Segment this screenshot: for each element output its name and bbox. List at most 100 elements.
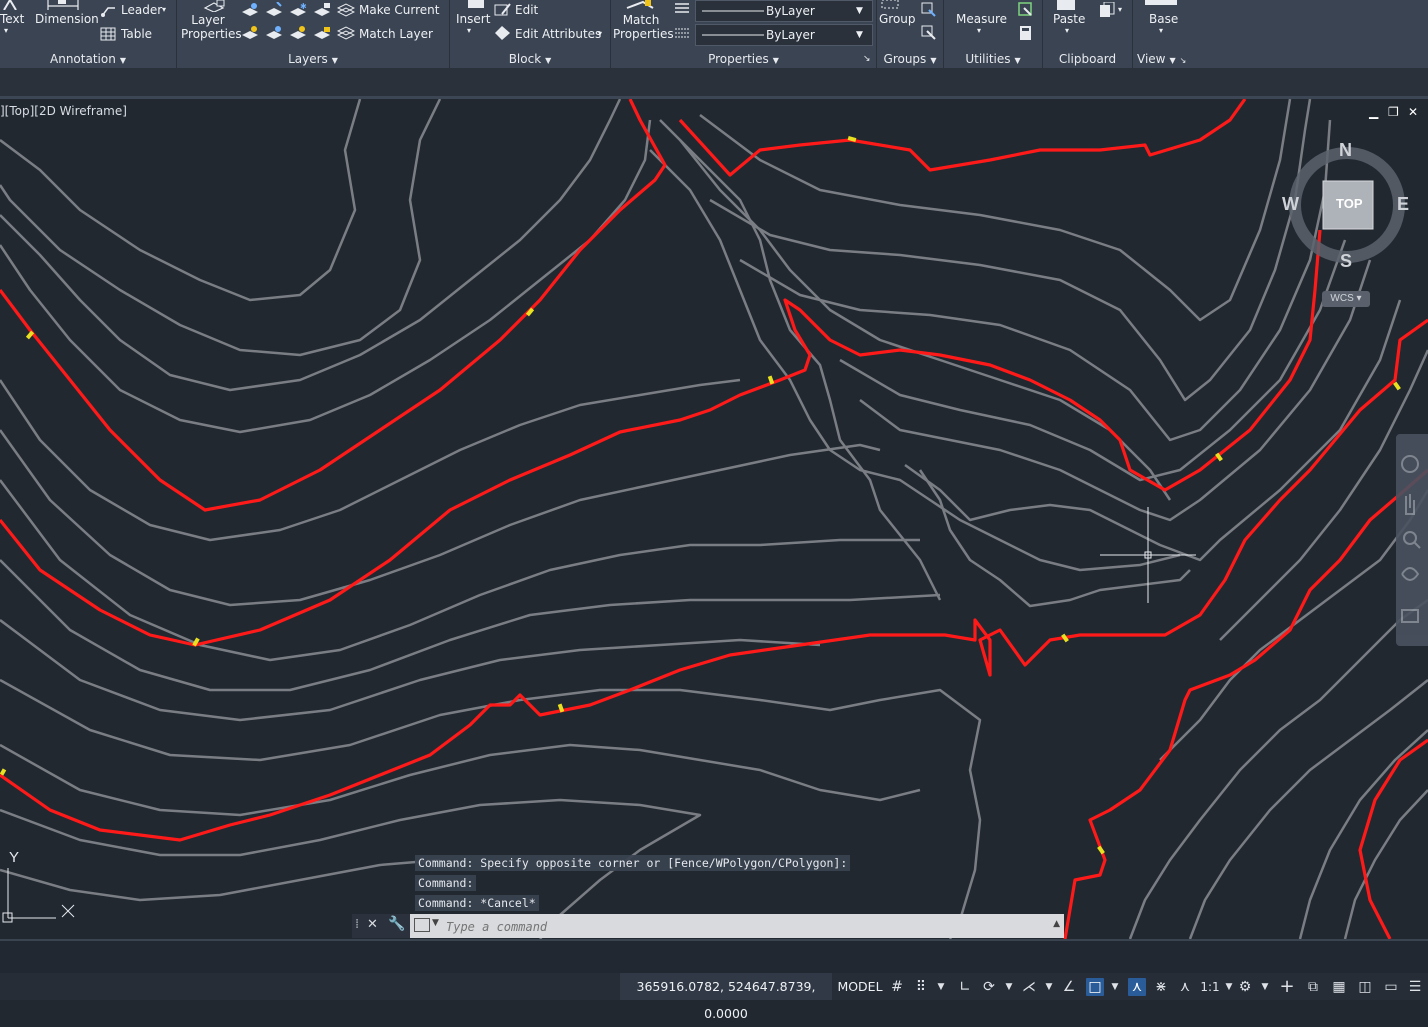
grip-icon[interactable]: ⁞ [355,917,359,932]
clean-screen-icon[interactable]: ▭ [1382,978,1400,996]
view-panel-label[interactable]: View ▼ ↘ [1137,52,1203,66]
workspace-gear-icon[interactable]: ⚙ [1236,978,1254,996]
customization-menu-icon[interactable]: ☰ [1406,978,1424,996]
paste-button[interactable]: Paste [1053,12,1085,26]
utilities-panel-label[interactable]: Utilities ▼ [944,52,1042,66]
snap-mode-icon[interactable]: ⠿ [912,978,930,996]
snap-dropdown-arrow[interactable]: ▼ [932,978,950,996]
measure-dropdown-arrow[interactable]: ▾ [977,24,981,38]
drawing-viewport[interactable]: ][Top][2D Wireframe] ▁ ❐ ✕ Y N W E S TOP… [0,99,1428,939]
annotation-monitor-icon[interactable]: + [1278,978,1296,996]
layer-isolate-icon[interactable] [265,2,283,18]
viewport-restore-icon[interactable]: ❐ [1388,105,1399,119]
object-snap-tracking-icon[interactable]: ∠ [1060,978,1078,996]
coordinates-readout[interactable]: 365916.0782, 524647.8739, 0.0000 [620,973,832,1021]
close-icon[interactable]: ✕ [367,917,378,932]
units-icon[interactable]: ⧉ [1304,978,1322,996]
copy-dropdown-arrow[interactable]: ▾ [1118,3,1122,17]
layer-unlock-icon[interactable] [313,25,331,41]
viewcube[interactable]: N W E S TOP WCS ▾ [1282,139,1412,314]
steering-wheel-icon[interactable] [1401,455,1419,473]
polar-tracking-icon[interactable]: ⟳ [980,978,998,996]
base-view-icon[interactable] [1145,0,1177,6]
layer-properties-icon[interactable] [203,0,225,12]
showmotion-icon[interactable] [1401,609,1419,623]
layer-off-icon[interactable] [241,2,259,18]
viewcube-top-face[interactable]: TOP [1336,196,1363,211]
layer-on-icon[interactable] [241,25,259,41]
text-dropdown-arrow[interactable]: ▾ [4,24,8,38]
object-snap-dropdown-arrow[interactable]: ▼ [1106,978,1124,996]
edit-block-icon[interactable] [494,2,512,18]
wcs-dropdown[interactable]: WCS ▾ [1322,291,1370,307]
layers-panel-label[interactable]: Layers ▼ [177,52,449,66]
viewcube-north[interactable]: N [1339,140,1352,161]
dimension-button[interactable]: Dimension [35,12,99,26]
calculator-icon[interactable] [1018,25,1034,41]
annotation-visibility-icon[interactable]: ⋏ [1128,978,1146,996]
table-icon[interactable] [100,27,116,41]
auto-scale-icon[interactable]: ⋇ [1152,978,1170,996]
layer-unisolate-icon[interactable] [265,25,283,41]
layer-lock-icon[interactable] [313,2,331,18]
insert-dropdown-arrow[interactable]: ▾ [467,24,471,38]
recent-commands-chevron-down-icon[interactable]: ▼ [432,918,439,928]
viewport-controls-label[interactable]: ][Top][2D Wireframe] [0,104,127,118]
paste-icon[interactable] [1055,0,1079,10]
leader-button[interactable]: Leader [121,3,162,17]
isometric-drafting-icon[interactable]: ⋌ [1020,978,1038,996]
grid-icon[interactable]: # [888,978,906,996]
pan-icon[interactable] [1405,494,1415,515]
viewcube-south[interactable]: S [1340,251,1352,272]
lineweight-chevron-down-icon[interactable]: ▼ [856,28,863,42]
insert-icon[interactable] [464,0,488,10]
isometric-dropdown-arrow[interactable]: ▼ [1040,978,1058,996]
base-button[interactable]: Base [1149,12,1178,26]
edit-attributes-button[interactable]: Edit Attributes [515,27,601,41]
viewport-minimize-icon[interactable]: ▁ [1369,105,1378,119]
isolate-objects-icon[interactable]: ◫ [1356,978,1374,996]
make-current-icon[interactable] [337,2,355,18]
polar-dropdown-arrow[interactable]: ▼ [1000,978,1018,996]
annotation-scale-icon[interactable]: ⋏ [1176,978,1194,996]
ungroup-icon[interactable] [921,2,937,18]
viewcube-west[interactable]: W [1282,194,1299,215]
lineweight-dropdown[interactable]: ByLayer ▼ [695,24,873,46]
groups-panel-label[interactable]: Groups ▼ [877,52,943,66]
command-input[interactable] [444,917,1068,937]
dimension-icon[interactable] [46,0,80,10]
match-properties-button[interactable]: Match Properties [613,13,674,41]
viewport-close-icon[interactable]: ✕ [1408,105,1418,119]
quick-select-icon[interactable] [1018,2,1034,18]
contour-drawing[interactable] [0,99,1428,939]
edit-button[interactable]: Edit [515,3,538,17]
command-prompt-icon[interactable] [414,918,430,932]
quick-properties-icon[interactable]: ▦ [1330,978,1348,996]
measure-button[interactable]: Measure [956,12,1007,26]
layer-thaw-icon[interactable] [289,25,307,41]
match-layer-icon[interactable] [337,25,355,41]
object-snap-icon[interactable]: □ [1086,978,1104,996]
command-line-handle[interactable]: ⁞ ✕ 🔧 [352,914,410,938]
properties-launcher-icon[interactable]: ↘ [863,52,871,66]
orbit-icon[interactable] [1401,567,1420,581]
edit-attributes-icon[interactable] [494,25,512,41]
properties-panel-label[interactable]: Properties ▼ [611,52,876,66]
make-current-button[interactable]: Make Current [359,3,440,17]
group-select-icon[interactable] [921,25,937,41]
clipboard-panel-label[interactable]: Clipboard [1043,52,1132,66]
base-dropdown-arrow[interactable]: ▾ [1159,24,1163,38]
edit-attributes-dropdown-arrow[interactable]: ▾ [598,27,602,41]
annotation-panel-label[interactable]: Annotation ▼ [0,52,176,66]
leader-dropdown-arrow[interactable]: ▾ [162,3,166,17]
text-icon[interactable] [2,0,20,10]
insert-button[interactable]: Insert [456,12,490,26]
layer-freeze-icon[interactable]: ✱ [289,2,307,18]
block-panel-label[interactable]: Block ▼ [450,52,610,66]
paste-dropdown-arrow[interactable]: ▾ [1065,24,1069,38]
linetype-dropdown[interactable]: ByLayer ▼ [695,0,873,22]
copy-clip-icon[interactable] [1099,2,1115,18]
annotation-scale-value[interactable]: 1:1 [1198,978,1222,996]
linetype-chevron-down-icon[interactable]: ▼ [856,4,863,18]
leader-icon[interactable] [100,2,116,18]
